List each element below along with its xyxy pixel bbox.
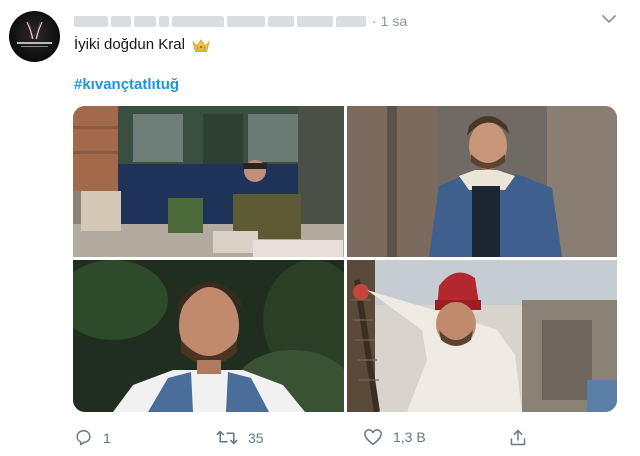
reply-count: 1 <box>103 429 111 446</box>
photo-4[interactable] <box>347 260 617 412</box>
time-separator: · <box>372 13 377 29</box>
photo-3[interactable] <box>73 260 344 412</box>
share-button[interactable] <box>509 428 527 447</box>
tweet-card[interactable]: · 1 sa İyiki doğdun Kral #kıvançtatlıtuğ <box>0 0 640 456</box>
reply-button[interactable]: 1 <box>74 428 111 447</box>
tweet-text-body: İyiki doğdun Kral <box>74 36 185 53</box>
avatar[interactable] <box>9 11 60 62</box>
hashtag-link[interactable]: #kıvançtatlıtuğ <box>74 76 179 93</box>
share-icon <box>510 429 526 446</box>
tweet-actions: 1 35 1,3 B <box>0 428 640 450</box>
blurred-username[interactable] <box>74 15 366 27</box>
retweet-icon <box>216 430 238 445</box>
heart-icon <box>364 429 382 446</box>
tweet-header: · 1 sa <box>74 12 407 30</box>
like-count: 1,3 B <box>393 429 426 445</box>
crown-emoji-icon <box>192 38 210 52</box>
photo-2[interactable] <box>347 106 617 257</box>
retweet-button[interactable]: 35 <box>216 428 264 447</box>
reply-icon <box>76 430 91 446</box>
media-grid <box>73 106 617 412</box>
tweet-text: İyiki doğdun Kral <box>74 36 211 53</box>
logo-icon <box>17 20 52 47</box>
like-button[interactable]: 1,3 B <box>363 428 426 446</box>
chevron-down-icon[interactable] <box>600 12 618 26</box>
retweet-count: 35 <box>248 429 264 446</box>
photo-1[interactable] <box>73 106 344 257</box>
tweet-time[interactable]: 1 sa <box>381 13 407 29</box>
